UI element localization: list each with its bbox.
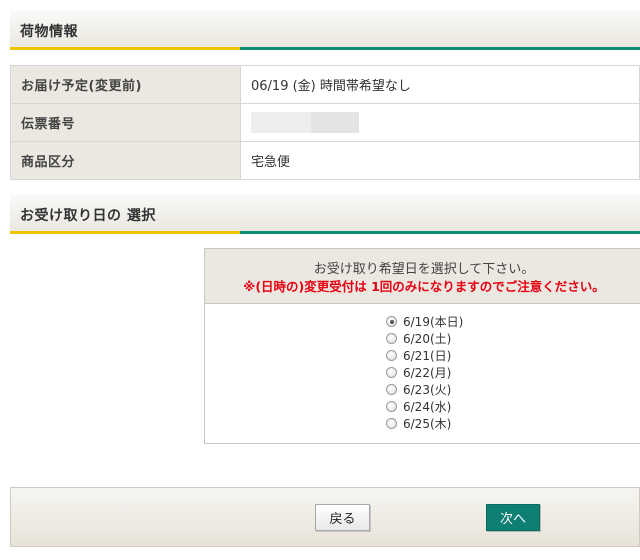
date-option-label: 6/23(火) <box>403 383 452 397</box>
date-radio-group: 6/19(本日) 6/20(土) 6/21(日) 6/22(月) 6/23(火)… <box>386 313 463 432</box>
radio-button[interactable] <box>386 350 397 361</box>
masked-tracking-number <box>251 112 359 133</box>
date-option-0624[interactable]: 6/24(水) <box>386 398 463 415</box>
radio-button[interactable] <box>386 384 397 395</box>
footer-button-bar: 戻る 次へ <box>10 487 640 547</box>
tracking-number-value <box>240 103 640 142</box>
date-option-label: 6/22(月) <box>403 366 452 380</box>
section-divider <box>10 231 640 234</box>
date-option-0622[interactable]: 6/22(月) <box>386 364 463 381</box>
package-info-table: お届け予定(変更前) 06/19 (金) 時間帯希望なし 伝票番号 商品区分 宅… <box>10 65 640 180</box>
radio-button[interactable] <box>386 367 397 378</box>
radio-button[interactable] <box>386 418 397 429</box>
table-row: 伝票番号 <box>10 103 640 142</box>
tracking-number-label: 伝票番号 <box>10 103 241 142</box>
delivery-schedule-label: お届け予定(変更前) <box>10 65 241 104</box>
date-option-label: 6/19(本日) <box>403 315 464 329</box>
divider-yellow <box>10 231 240 234</box>
radio-button[interactable] <box>386 401 397 412</box>
date-option-label: 6/21(日) <box>403 349 452 363</box>
back-button[interactable]: 戻る <box>315 504 370 531</box>
date-selection-header: お受け取り日の 選択 <box>10 194 640 234</box>
table-row: 商品区分 宅急便 <box>10 141 640 180</box>
product-type-value: 宅急便 <box>240 141 640 180</box>
divider-green <box>240 231 640 234</box>
date-option-0623[interactable]: 6/23(火) <box>386 381 463 398</box>
date-selection-box: お受け取り希望日を選択して下さい。 ※(日時の)変更受付は 1回のみになりますの… <box>204 248 640 444</box>
table-row: お届け予定(変更前) 06/19 (金) 時間帯希望なし <box>10 65 640 104</box>
radio-button[interactable] <box>386 333 397 344</box>
date-option-0620[interactable]: 6/20(土) <box>386 330 463 347</box>
date-option-0621[interactable]: 6/21(日) <box>386 347 463 364</box>
package-info-title: 荷物情報 <box>20 24 78 40</box>
date-option-0619[interactable]: 6/19(本日) <box>386 313 463 330</box>
date-selection-instructions: お受け取り希望日を選択して下さい。 ※(日時の)変更受付は 1回のみになりますの… <box>205 249 640 304</box>
section-divider <box>10 47 640 50</box>
package-info-header: 荷物情報 <box>10 10 640 50</box>
page: 荷物情報 お届け予定(変更前) 06/19 (金) 時間帯希望なし 伝票番号 商… <box>0 0 640 560</box>
instruction-text: お受け取り希望日を選択して下さい。 <box>313 262 535 277</box>
change-warning-text: ※(日時の)変更受付は 1回のみになりますのでご注意ください。 <box>243 279 605 294</box>
divider-yellow <box>10 47 240 50</box>
divider-green <box>240 47 640 50</box>
radio-button[interactable] <box>386 316 397 327</box>
delivery-schedule-value: 06/19 (金) 時間帯希望なし <box>240 65 640 104</box>
date-selection-title: お受け取り日の 選択 <box>20 208 156 224</box>
next-button[interactable]: 次へ <box>486 504 540 531</box>
date-option-0625[interactable]: 6/25(木) <box>386 415 463 432</box>
product-type-label: 商品区分 <box>10 141 241 180</box>
date-option-label: 6/24(水) <box>403 400 452 414</box>
date-option-label: 6/20(土) <box>403 332 452 346</box>
date-option-label: 6/25(木) <box>403 417 452 431</box>
